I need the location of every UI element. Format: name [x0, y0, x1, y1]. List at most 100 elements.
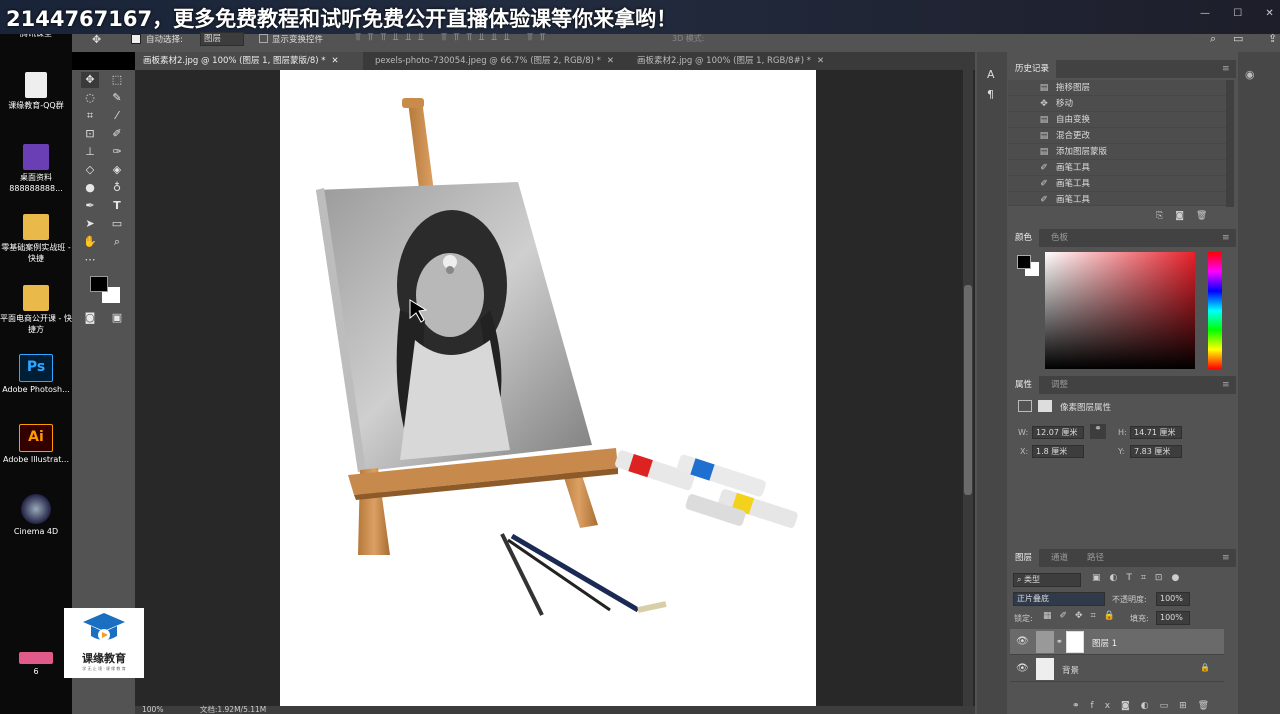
height-input[interactable]: 14.71 厘米: [1130, 426, 1182, 439]
hand-tool-icon[interactable]: ✋: [81, 234, 99, 250]
character-panel-icon[interactable]: A: [987, 68, 995, 81]
history-scrollbar[interactable]: [1226, 80, 1234, 207]
lasso-tool-icon[interactable]: ◌: [81, 90, 99, 106]
healing-tool-icon[interactable]: ⊡: [81, 126, 99, 142]
tab-layers[interactable]: 图层: [1008, 549, 1040, 567]
blend-mode-dropdown[interactable]: 正片叠底: [1013, 592, 1105, 606]
pen-tool-icon[interactable]: ✒: [81, 198, 99, 214]
tab-swatches[interactable]: 色板: [1044, 229, 1075, 247]
history-item[interactable]: ▤ 混合更改: [1008, 128, 1226, 144]
desktop-icon-ecommerce-folder[interactable]: 平面电商公开课 - 快捷方: [0, 285, 72, 335]
panel-menu-icon[interactable]: ≡: [1222, 64, 1230, 74]
hue-slider[interactable]: [1208, 252, 1222, 369]
share-icon[interactable]: ⇪: [1268, 32, 1277, 45]
chain-icon[interactable]: ⚭: [1056, 637, 1063, 646]
layer-row[interactable]: 👁 背景 🔒: [1010, 656, 1224, 682]
layer-filter-dropdown[interactable]: ⌕ 类型: [1013, 573, 1081, 587]
close-icon[interactable]: ✕: [1265, 8, 1273, 19]
path-select-icon[interactable]: ➤: [81, 216, 99, 232]
quick-mask-icon[interactable]: ◙: [81, 310, 99, 326]
document-canvas[interactable]: [280, 70, 816, 706]
tab-document-1[interactable]: 画板素材2.jpg @ 100% (图层 1, 图层蒙版/8) * ✕: [135, 52, 363, 70]
link-icon[interactable]: ⚭: [1090, 424, 1106, 439]
history-item[interactable]: ✐ 画笔工具: [1008, 176, 1226, 192]
desktop-icon-photoshop[interactable]: Ps Adobe Photosh...: [0, 354, 72, 395]
history-item[interactable]: ▤ 添加图层蒙版: [1008, 144, 1226, 160]
marquee-tool-icon[interactable]: ⬚: [108, 72, 126, 88]
foreground-color-swatch[interactable]: [90, 276, 108, 292]
auto-select-checkbox[interactable]: [131, 34, 141, 44]
desktop-icon-shortcut-folder[interactable]: 零基础案例实战班 - 快捷: [0, 214, 72, 264]
history-footer-icons[interactable]: ⎘◙🗑: [1156, 211, 1219, 221]
panel-menu-icon[interactable]: ≡: [1222, 233, 1230, 243]
x-input[interactable]: 1.8 厘米: [1032, 445, 1084, 458]
tab-document-2[interactable]: pexels-photo-730054.jpeg @ 66.7% (图层 2, …: [367, 52, 629, 70]
fg-color-chip[interactable]: [1017, 255, 1031, 269]
tab-adjustments[interactable]: 调整: [1044, 376, 1075, 394]
history-item[interactable]: ✐ 画笔工具: [1008, 192, 1226, 206]
tab-paths[interactable]: 路径: [1080, 549, 1111, 567]
layer-row[interactable]: 👁 ⚭ 图层 1: [1010, 629, 1224, 655]
color-field[interactable]: [1045, 252, 1195, 369]
eye-icon[interactable]: 👁: [1016, 636, 1029, 647]
eye-icon[interactable]: 👁: [1016, 663, 1029, 674]
workspace-icon[interactable]: ▭: [1233, 32, 1243, 45]
close-icon[interactable]: ✕: [332, 56, 339, 66]
tab-channels[interactable]: 通道: [1044, 549, 1075, 567]
scrollbar-thumb[interactable]: [964, 285, 972, 495]
dodge-tool-icon[interactable]: ♁: [108, 180, 126, 196]
quick-select-tool-icon[interactable]: ✎: [108, 90, 126, 106]
panel-menu-icon[interactable]: ≡: [1222, 553, 1230, 563]
paint-bucket-icon[interactable]: ◈: [108, 162, 126, 178]
lock-icon[interactable]: 🔒: [1200, 663, 1210, 672]
paragraph-panel-icon[interactable]: ¶: [987, 88, 994, 101]
search-icon[interactable]: ⌕: [1210, 32, 1216, 46]
blur-tool-icon[interactable]: ●: [81, 180, 99, 196]
lock-icons[interactable]: ▦✐✥⌗🔒: [1043, 611, 1123, 621]
tab-color[interactable]: 颜色: [1008, 229, 1040, 247]
show-transform-checkbox[interactable]: [259, 34, 268, 43]
status-zoom[interactable]: 100%: [142, 705, 163, 714]
minimize-icon[interactable]: —: [1200, 8, 1210, 19]
eyedropper-tool-icon[interactable]: ⁄: [108, 108, 126, 124]
y-input[interactable]: 7.83 厘米: [1130, 445, 1182, 458]
move-tool-icon[interactable]: ✥: [92, 33, 101, 46]
layer-mask-thumbnail[interactable]: [1066, 631, 1084, 653]
brush-tool-icon[interactable]: ✐: [108, 126, 126, 142]
rectangle-tool-icon[interactable]: ▭: [108, 216, 126, 232]
mask-icon[interactable]: [1038, 400, 1052, 412]
history-item[interactable]: ▤ 自由变换: [1008, 112, 1226, 128]
stamp-tool-icon[interactable]: ⊥: [81, 144, 99, 160]
more-tools-icon[interactable]: ⋯: [81, 252, 99, 268]
desktop-icon-illustrator[interactable]: Ai Adobe Illustrat...: [0, 424, 72, 465]
desktop-icon-misc[interactable]: 6: [0, 652, 72, 677]
move-tool-icon[interactable]: ✥: [81, 72, 99, 88]
layers-footer-icons[interactable]: ⚭fx◙◐▭⊞🗑: [1072, 701, 1220, 711]
fill-input[interactable]: 100%: [1156, 611, 1190, 625]
layer-filter-icons[interactable]: ▣◐T⌗⊡●: [1092, 573, 1188, 583]
tab-properties[interactable]: 属性: [1008, 376, 1040, 394]
opacity-input[interactable]: 100%: [1156, 592, 1190, 606]
history-item[interactable]: ▤ 拖移图层: [1008, 80, 1226, 96]
history-item[interactable]: ✥ 移动: [1008, 96, 1226, 112]
crop-tool-icon[interactable]: ⌗: [81, 108, 99, 124]
type-tool-icon[interactable]: T: [108, 198, 126, 214]
desktop-icon-qq-group[interactable]: 课缘教育-QQ群: [0, 72, 72, 111]
desktop-icon-cinema4d[interactable]: Cinema 4D: [0, 494, 72, 537]
align-icons[interactable]: ⫪⫪⫪⫫⫫⫫ ⫪⫪⫪⫫⫫⫫ ⫪⫪: [355, 32, 552, 43]
tab-document-3[interactable]: 画板素材2.jpg @ 100% (图层 1, RGB/8#) * ✕: [629, 52, 839, 70]
maximize-icon[interactable]: ☐: [1233, 8, 1242, 19]
panel-menu-icon[interactable]: ≡: [1222, 380, 1230, 390]
auto-select-dropdown[interactable]: 图层: [200, 32, 244, 46]
eraser-tool-icon[interactable]: ◇: [81, 162, 99, 178]
history-brush-icon[interactable]: ✑: [108, 144, 126, 160]
tab-history[interactable]: 历史记录: [1008, 60, 1057, 78]
libraries-icon[interactable]: ◉: [1245, 68, 1255, 81]
close-icon[interactable]: ✕: [817, 56, 824, 66]
screen-mode-icon[interactable]: ▣: [108, 310, 126, 326]
history-item[interactable]: ✐ 画笔工具: [1008, 160, 1226, 176]
width-input[interactable]: 12.07 厘米: [1032, 426, 1084, 439]
desktop-icon-desktop-files[interactable]: 桌面资料888888888...: [0, 144, 72, 194]
close-icon[interactable]: ✕: [607, 56, 614, 66]
zoom-tool-icon[interactable]: ⌕: [108, 234, 126, 250]
